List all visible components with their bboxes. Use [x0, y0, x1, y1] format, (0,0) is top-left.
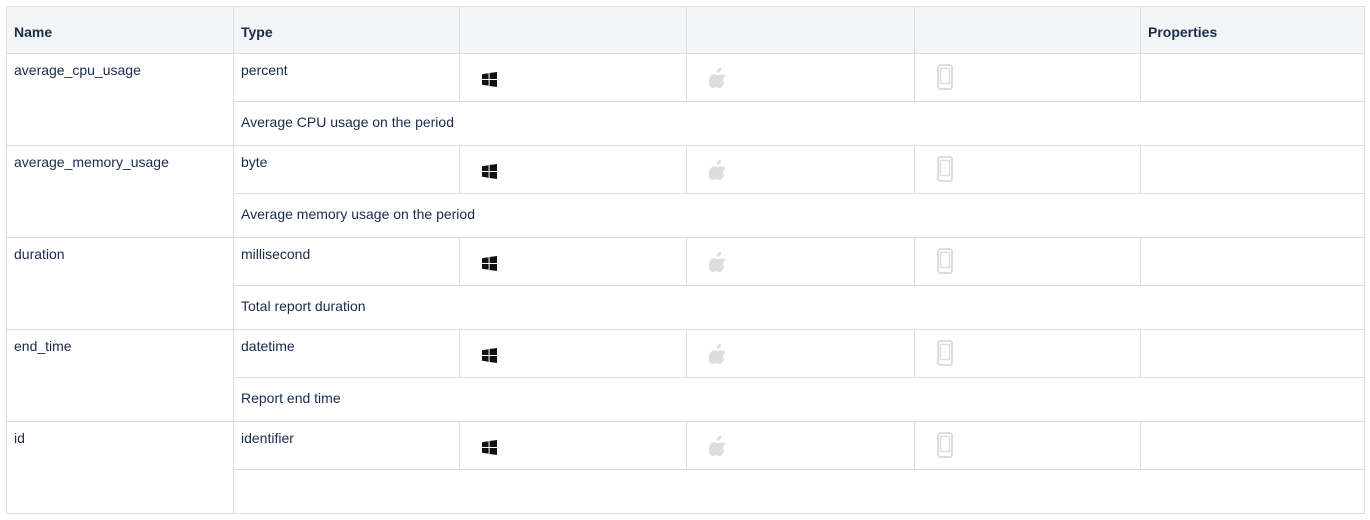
windows-support-cell: [459, 145, 687, 194]
mac-support-cell: [686, 421, 915, 470]
field-description: Total report duration: [233, 285, 1365, 330]
field-name: end_time: [6, 329, 234, 422]
field-properties: [1140, 53, 1365, 102]
apple-icon: [708, 435, 727, 461]
table-row: id identifier: [6, 421, 1365, 514]
field-type: percent: [233, 53, 460, 102]
apple-icon: [708, 159, 727, 185]
field-description: Average memory usage on the period: [233, 193, 1365, 238]
field-name: average_cpu_usage: [6, 53, 234, 146]
mac-support-cell: [686, 145, 915, 194]
apple-icon: [708, 251, 727, 277]
windows-support-cell: [459, 421, 687, 470]
header-windows: [459, 6, 687, 54]
field-description: Report end time: [233, 377, 1365, 422]
field-type: millisecond: [233, 237, 460, 286]
windows-icon: [482, 72, 497, 91]
mobile-device-icon: [937, 247, 953, 278]
mobile-support-cell: [914, 237, 1141, 286]
field-description: [233, 469, 1365, 514]
field-name: id: [6, 421, 234, 514]
field-name: duration: [6, 237, 234, 330]
mobile-support-cell: [914, 53, 1141, 102]
table-row: duration millisecond: [6, 237, 1365, 330]
header-properties: Properties: [1140, 6, 1365, 54]
windows-icon: [482, 164, 497, 183]
field-properties: [1140, 145, 1365, 194]
apple-icon: [708, 67, 727, 93]
header-mac: [686, 6, 915, 54]
windows-icon: [482, 348, 497, 367]
mobile-device-icon: [937, 63, 953, 94]
mobile-support-cell: [914, 421, 1141, 470]
mobile-support-cell: [914, 145, 1141, 194]
field-name: average_memory_usage: [6, 145, 234, 238]
table-row: average_cpu_usage percent: [6, 53, 1365, 146]
field-properties: [1140, 237, 1365, 286]
windows-support-cell: [459, 237, 687, 286]
field-properties: [1140, 421, 1365, 470]
header-mobile: [914, 6, 1141, 54]
fields-table: Name Type Properties average_cpu_usage pe…: [6, 6, 1365, 514]
mobile-device-icon: [937, 155, 953, 186]
field-description: Average CPU usage on the period: [233, 101, 1365, 146]
table-header-row: Name Type Properties: [6, 6, 1365, 54]
table-body: average_cpu_usage percent Average CPU usag…: [6, 53, 1365, 514]
windows-icon: [482, 440, 497, 459]
mobile-device-icon: [937, 339, 953, 370]
mobile-device-icon: [937, 431, 953, 462]
mac-support-cell: [686, 53, 915, 102]
header-name: Name: [6, 6, 234, 54]
table-row: end_time datetime: [6, 329, 1365, 422]
mac-support-cell: [686, 237, 915, 286]
header-type: Type: [233, 6, 460, 54]
apple-icon: [708, 343, 727, 369]
mobile-support-cell: [914, 329, 1141, 378]
table-row: average_memory_usage byte: [6, 145, 1365, 238]
field-type: identifier: [233, 421, 460, 470]
windows-support-cell: [459, 329, 687, 378]
field-properties: [1140, 329, 1365, 378]
field-type: byte: [233, 145, 460, 194]
windows-support-cell: [459, 53, 687, 102]
field-type: datetime: [233, 329, 460, 378]
mac-support-cell: [686, 329, 915, 378]
windows-icon: [482, 256, 497, 275]
